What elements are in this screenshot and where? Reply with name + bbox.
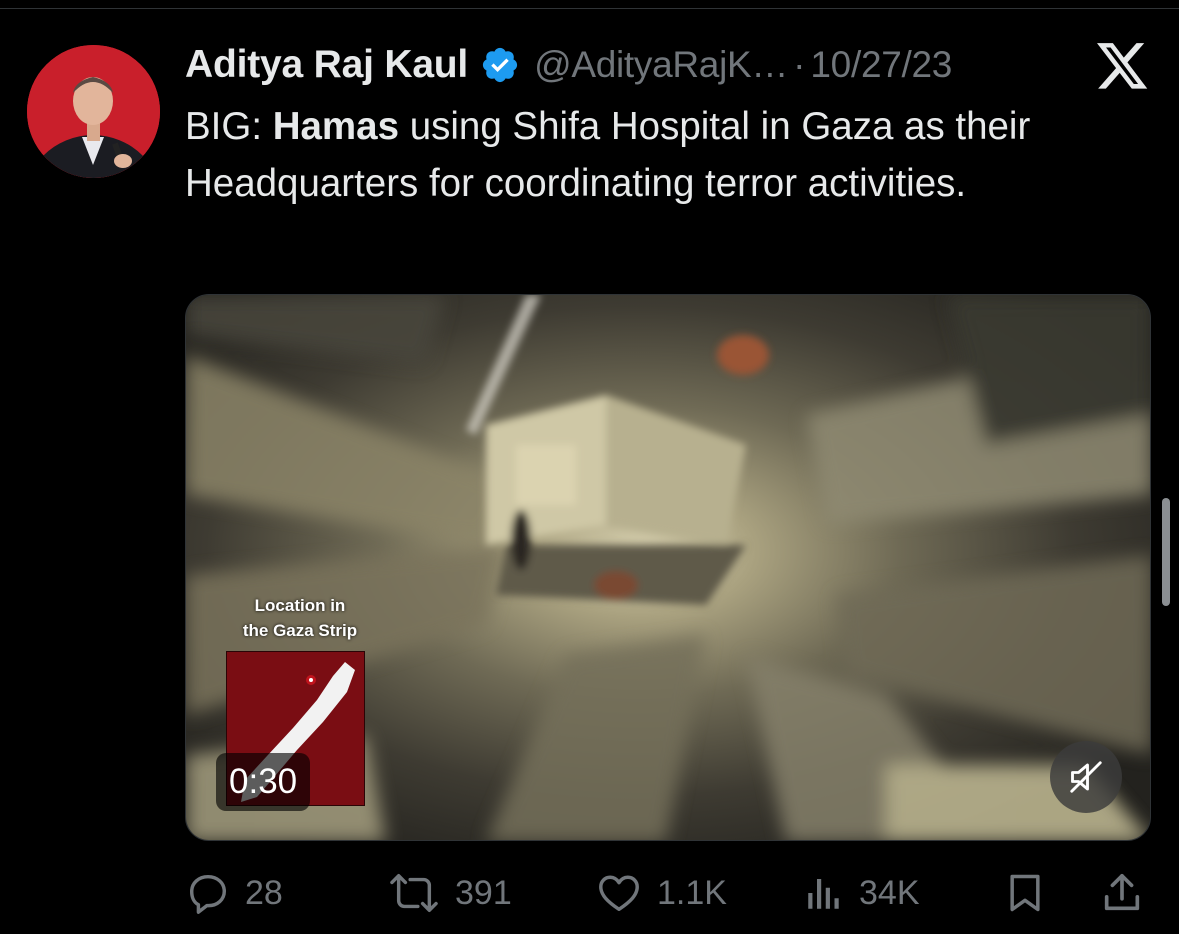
share-icon <box>1104 873 1140 911</box>
mute-button[interactable] <box>1050 741 1122 813</box>
reply-icon <box>189 874 227 914</box>
mute-icon <box>1070 761 1102 793</box>
tweet-text-bold: Hamas <box>272 105 399 148</box>
handle[interactable]: @AdityaRajK… <box>534 44 788 86</box>
timestamp[interactable]: 10/27/23 <box>810 44 952 86</box>
repost-button[interactable]: 391 <box>387 862 512 924</box>
like-icon <box>599 875 639 912</box>
share-button[interactable] <box>1099 862 1145 924</box>
repost-count: 391 <box>455 873 512 912</box>
action-bar: 28 391 1.1K 34K <box>185 862 1151 924</box>
scrollbar[interactable] <box>1162 498 1170 606</box>
views-button[interactable]: 34K <box>803 862 920 924</box>
like-button[interactable]: 1.1K <box>595 862 727 924</box>
bookmark-button[interactable] <box>1003 862 1047 924</box>
caption-line-1: Location in <box>254 596 346 615</box>
display-name[interactable]: Aditya Raj Kaul <box>185 43 468 87</box>
bookmark-icon <box>1010 874 1040 912</box>
divider <box>0 8 1179 9</box>
like-count: 1.1K <box>657 873 727 912</box>
reply-button[interactable]: 28 <box>185 862 283 924</box>
video-player[interactable]: Location in the Gaza Strip 0:30 <box>185 294 1151 841</box>
repost-icon <box>390 874 438 912</box>
views-icon <box>808 879 839 909</box>
caption-line-2: the Gaza Strip <box>242 621 358 640</box>
reply-count: 28 <box>245 873 283 912</box>
tweet-header: Aditya Raj Kaul @AdityaRajK… · 10/27/23 <box>185 40 952 90</box>
separator-dot: · <box>793 44 806 85</box>
video-duration: 0:30 <box>216 753 311 811</box>
verified-badge-icon <box>482 47 518 83</box>
tweet-text-prefix: BIG: <box>185 105 273 148</box>
views-count: 34K <box>859 873 920 912</box>
location-caption: Location in the Gaza Strip <box>230 593 370 643</box>
avatar[interactable] <box>27 45 160 178</box>
x-logo-icon[interactable] <box>1097 43 1149 91</box>
tweet-page: Aditya Raj Kaul @AdityaRajK… · 10/27/23 … <box>0 0 1179 934</box>
tweet-text: BIG: Hamas using Shifa Hospital in Gaza … <box>185 98 1085 212</box>
